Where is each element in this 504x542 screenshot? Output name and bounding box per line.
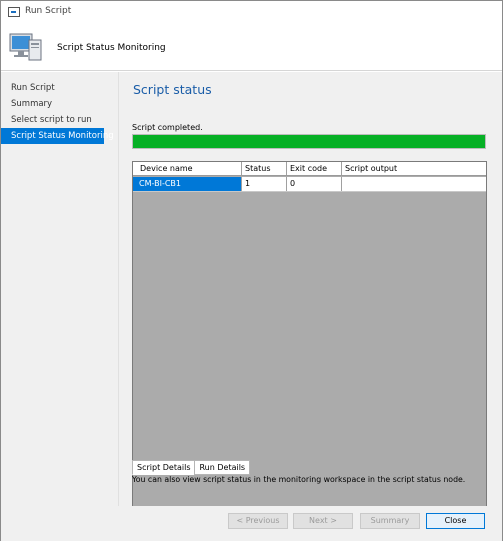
sidebar-item-run-script[interactable]: Run Script bbox=[1, 80, 104, 96]
main-content: Script status Script completed. Device n… bbox=[118, 72, 502, 530]
window-icon bbox=[8, 7, 20, 17]
next-button[interactable]: Next > bbox=[293, 513, 353, 529]
wizard-steps-sidebar: Run Script Summary Select script to run … bbox=[1, 72, 118, 541]
run-script-dialog: Run Script Script Status Monitoring Run … bbox=[0, 0, 503, 541]
column-header-status[interactable]: Status bbox=[242, 162, 287, 175]
cell-status[interactable]: 1 bbox=[242, 177, 287, 191]
progress-bar bbox=[132, 134, 486, 149]
sidebar-item-script-status-monitoring[interactable]: Script Status Monitoring bbox=[1, 128, 114, 144]
table-row[interactable]: CM-BI-CB1 1 0 bbox=[133, 177, 486, 192]
title-bar[interactable]: Run Script bbox=[1, 1, 502, 23]
cell-script-output[interactable] bbox=[342, 177, 486, 191]
status-label: Script completed. bbox=[132, 123, 203, 132]
table-header: Device name Status Exit code Script outp… bbox=[133, 162, 486, 176]
column-header-exit-code[interactable]: Exit code bbox=[287, 162, 342, 175]
cell-exit-code[interactable]: 0 bbox=[287, 177, 342, 191]
page-title: Script status bbox=[133, 82, 212, 97]
column-header-device-name[interactable]: Device name bbox=[133, 162, 242, 175]
detail-tabs: Script Details Run Details bbox=[132, 460, 251, 475]
column-header-script-output[interactable]: Script output bbox=[342, 162, 486, 175]
cell-device-name[interactable]: CM-BI-CB1 bbox=[133, 177, 242, 191]
sidebar-item-select-script[interactable]: Select script to run bbox=[1, 112, 104, 128]
tab-script-details[interactable]: Script Details bbox=[132, 460, 196, 475]
wizard-header: Script Status Monitoring bbox=[1, 23, 502, 71]
tab-run-details[interactable]: Run Details bbox=[194, 460, 251, 475]
info-note: You can also view script status in the m… bbox=[132, 475, 466, 484]
previous-button[interactable]: < Previous bbox=[228, 513, 288, 529]
summary-button[interactable]: Summary bbox=[360, 513, 420, 529]
header-title: Script Status Monitoring bbox=[57, 43, 166, 53]
close-button[interactable]: Close bbox=[426, 513, 485, 529]
window-title: Run Script bbox=[25, 6, 72, 16]
wizard-footer: < Previous Next > Summary Close bbox=[118, 506, 502, 541]
sidebar-item-summary[interactable]: Summary bbox=[1, 96, 104, 112]
computer-monitor-icon bbox=[9, 33, 42, 61]
progress-fill bbox=[133, 135, 485, 148]
